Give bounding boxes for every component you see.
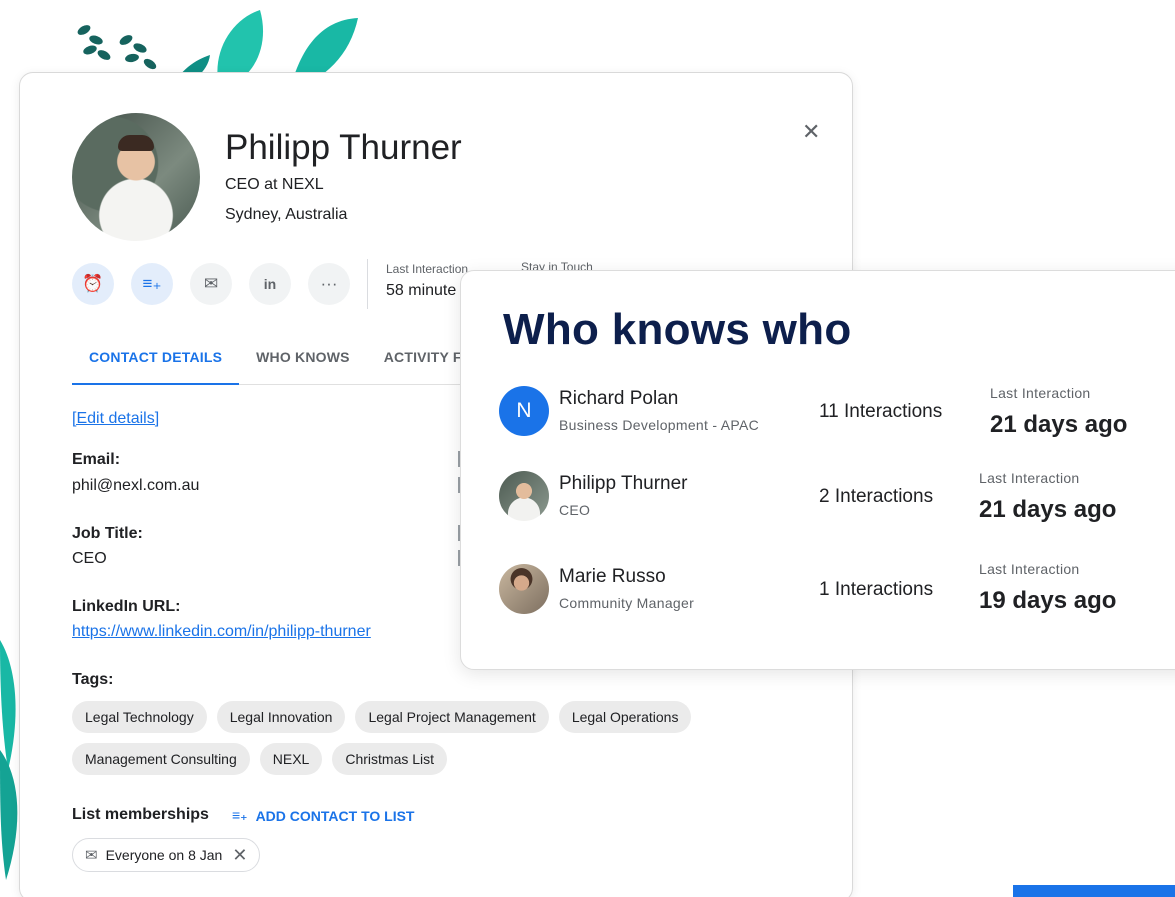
divider xyxy=(367,259,368,309)
tags-label: Tags: xyxy=(72,671,114,688)
tag-chip[interactable]: NEXL xyxy=(259,743,323,775)
last-interaction-label: Last Interaction xyxy=(386,262,469,276)
list-chip-label: Everyone on 8 Jan xyxy=(105,847,223,863)
tag-chip[interactable]: Legal Innovation xyxy=(216,701,346,733)
last-interaction-value: 19 days ago xyxy=(979,587,1117,614)
person-name: Marie Russo xyxy=(559,566,666,587)
email-value: phil@nexl.com.au xyxy=(72,477,200,494)
mail-icon[interactable]: ✉ xyxy=(190,263,232,305)
tags-list: Legal Technology Legal Innovation Legal … xyxy=(72,701,712,775)
list-memberships-label: List memberships xyxy=(72,806,209,823)
person-name: Richard Polan xyxy=(559,388,679,409)
alarm-add-icon[interactable]: ⏰ xyxy=(72,263,114,305)
contact-location: Sydney, Australia xyxy=(225,206,348,223)
tab-contact-details[interactable]: CONTACT DETAILS xyxy=(72,335,240,385)
contact-title: CEO at NEXL xyxy=(225,176,324,193)
avatar xyxy=(499,471,549,521)
linkedin-icon[interactable]: in xyxy=(249,263,291,305)
list-item[interactable]: Philipp Thurner CEO 2 Interactions Last … xyxy=(499,466,1175,546)
last-interaction-label: Last Interaction xyxy=(979,561,1080,577)
add-contact-to-list-label: ADD CONTACT TO LIST xyxy=(255,807,415,824)
email-label: Email: xyxy=(72,451,121,468)
last-interaction-value: 21 days ago xyxy=(979,496,1117,523)
person-role: Community Manager xyxy=(559,595,695,611)
panel-title: Who knows who xyxy=(503,305,852,354)
list-item[interactable]: N Richard Polan Business Development - A… xyxy=(499,381,1175,461)
linkedin-url-link[interactable]: https://www.linkedin.com/in/philipp-thur… xyxy=(72,623,371,641)
tag-chip[interactable]: Christmas List xyxy=(332,743,448,775)
interaction-count: 1 Interactions xyxy=(819,579,934,600)
interaction-count: 11 Interactions xyxy=(819,401,943,422)
person-role: CEO xyxy=(559,502,591,518)
action-bar: ⏰ ≡₊ ✉ in ··· xyxy=(72,263,350,305)
playlist-add-icon[interactable]: ≡₊ xyxy=(131,263,173,305)
last-interaction-value: 58 minute xyxy=(386,282,457,299)
contact-name: Philipp Thurner xyxy=(225,128,462,167)
last-interaction-value: 21 days ago xyxy=(990,411,1128,438)
job-title-label: Job Title: xyxy=(72,525,143,542)
list-membership-chip[interactable]: ✉ Everyone on 8 Jan ✕ xyxy=(72,838,261,872)
avatar xyxy=(499,564,549,614)
last-interaction-label: Last Interaction xyxy=(990,385,1091,401)
last-interaction-label: Last Interaction xyxy=(979,470,1080,486)
add-contact-to-list-button[interactable]: ≡₊ ADD CONTACT TO LIST xyxy=(232,807,414,824)
tab-who-knows[interactable]: WHO KNOWS xyxy=(239,335,367,385)
tag-chip[interactable]: Legal Project Management xyxy=(355,701,549,733)
interaction-count: 2 Interactions xyxy=(819,486,934,507)
tag-chip[interactable]: Management Consulting xyxy=(72,743,250,775)
playlist-add-icon: ≡₊ xyxy=(232,807,248,823)
more-icon[interactable]: ··· xyxy=(308,263,350,305)
edit-details-link[interactable]: [Edit details] xyxy=(72,410,159,428)
tag-chip[interactable]: Legal Technology xyxy=(72,701,207,733)
tag-chip[interactable]: Legal Operations xyxy=(558,701,692,733)
avatar: N xyxy=(499,386,549,436)
list-item[interactable]: Marie Russo Community Manager 1 Interact… xyxy=(499,559,1175,639)
close-icon[interactable]: ✕ xyxy=(802,119,820,145)
person-role: Business Development - APAC xyxy=(559,417,760,433)
remove-icon[interactable]: ✕ xyxy=(232,845,247,866)
person-name: Philipp Thurner xyxy=(559,473,688,494)
job-title-value: CEO xyxy=(72,550,107,567)
who-knows-who-panel: Who knows who N Richard Polan Business D… xyxy=(460,270,1175,670)
cta-button-edge[interactable] xyxy=(1013,885,1175,897)
avatar xyxy=(72,113,200,241)
linkedin-url-label: LinkedIn URL: xyxy=(72,598,181,615)
mail-icon: ✉ xyxy=(85,847,98,864)
